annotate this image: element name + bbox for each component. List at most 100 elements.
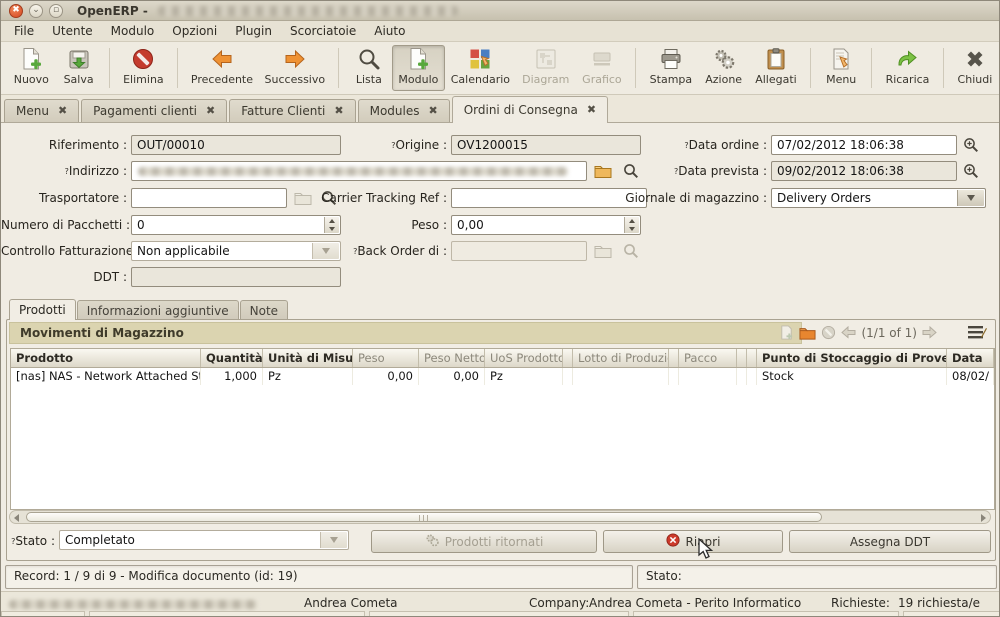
menu-utente[interactable]: Utente	[43, 22, 102, 40]
save-icon	[67, 47, 91, 71]
openerp-window: ✖ ⌄ ▫ OpenERP - File Utente Modulo Opzio…	[0, 0, 1000, 617]
peso-spinner[interactable]: 0,00	[451, 215, 641, 235]
spinner-arrows[interactable]	[624, 217, 639, 233]
trasportatore-field[interactable]	[131, 188, 287, 208]
scroll-left-icon[interactable]	[14, 514, 19, 522]
window-maximize-icon[interactable]: ▫	[49, 4, 63, 18]
menu-plugin[interactable]: Plugin	[226, 22, 281, 40]
carrier-tracking-field[interactable]	[451, 188, 647, 208]
indirizzo-label: ?Indirizzo :	[1, 161, 127, 181]
tab-menu[interactable]: Menu✖	[4, 99, 79, 122]
record-statusbar: Record: 1 / 9 di 9 - Modifica documento …	[5, 565, 997, 589]
gears-icon	[425, 533, 439, 550]
close-tab-icon[interactable]: ✖	[428, 104, 437, 117]
close-button[interactable]: Chiudi	[951, 45, 999, 91]
form-view-button[interactable]: Modulo	[392, 45, 445, 91]
giornale-combo[interactable]: Delivery Orders	[771, 188, 986, 208]
pager-prev-icon-disabled	[841, 326, 856, 339]
tab-pagamenti-clienti[interactable]: Pagamenti clienti✖	[81, 99, 227, 122]
graph-view-button: Grafico	[576, 45, 629, 91]
tab-modules[interactable]: Modules✖	[358, 99, 450, 122]
pager-position: (1/1 of 1)	[861, 326, 917, 340]
tab-fatture-clienti[interactable]: Fatture Clienti✖	[229, 99, 355, 122]
close-tab-icon[interactable]: ✖	[334, 104, 343, 117]
col-spacer	[737, 349, 747, 367]
col-lotto-di-produzione[interactable]: Lotto di Produzione	[573, 349, 669, 367]
menu-opzioni[interactable]: Opzioni	[163, 22, 226, 40]
data-ordine-field[interactable]: 07/02/2012 18:06:38	[771, 135, 957, 155]
trasportatore-label: Trasportatore :	[1, 188, 127, 208]
list-view-button[interactable]: Lista	[346, 45, 392, 91]
print-button[interactable]: Stampa	[643, 45, 698, 91]
indirizzo-field[interactable]	[131, 161, 587, 181]
new-button[interactable]: Nuovo	[7, 45, 56, 91]
reload-button[interactable]: Ricarica	[879, 45, 936, 91]
window-minimize-icon[interactable]: ⌄	[29, 4, 43, 18]
menu-scorciatoie[interactable]: Scorciatoie	[281, 22, 365, 40]
menu-aiuto[interactable]: Aiuto	[365, 22, 414, 40]
col-peso-netto[interactable]: Peso Netto	[419, 349, 485, 367]
assegna-ddt-button[interactable]: Assegna DDT	[789, 530, 991, 553]
prodotti-ritornati-button: Prodotti ritornati	[371, 530, 597, 553]
statusbar-segment	[903, 611, 1000, 617]
list-pager: (1/1 of 1)	[779, 325, 937, 340]
menubar: File Utente Modulo Opzioni Plugin Scorci…	[1, 21, 999, 42]
mouse-cursor	[697, 538, 715, 563]
menu-view-button[interactable]: Menu	[818, 45, 864, 91]
controllo-fatturazione-label: Controllo Fatturazione :	[1, 241, 127, 261]
titlebar: ✖ ⌄ ▫ OpenERP -	[1, 1, 999, 21]
switch-view-icon[interactable]	[967, 324, 987, 344]
chevron-down-icon[interactable]	[957, 190, 984, 206]
menu-modulo[interactable]: Modulo	[102, 22, 164, 40]
notebook-tabs: Prodotti Informazioni aggiuntive Note	[1, 299, 1000, 320]
numero-pacchetti-label: Numero di Pacchetti :	[1, 215, 127, 235]
col-uos-prodotto[interactable]: UoS Prodotto	[485, 349, 563, 367]
delete-button[interactable]: Elimina	[117, 45, 171, 91]
attachments-button[interactable]: Allegati	[749, 45, 803, 91]
save-button[interactable]: Salva	[56, 45, 102, 91]
arrow-left-icon	[210, 47, 234, 71]
col-peso[interactable]: Peso	[353, 349, 419, 367]
menu-file[interactable]: File	[5, 22, 43, 40]
col-data[interactable]: Data	[947, 349, 994, 367]
open-row-folder-icon[interactable]	[799, 326, 816, 340]
next-button[interactable]: Successivo	[259, 45, 331, 91]
redacted-address-text	[138, 167, 568, 176]
close-tab-icon[interactable]: ✖	[587, 103, 596, 116]
toolbar-separator	[943, 48, 944, 88]
previous-button[interactable]: Precedente	[185, 45, 259, 91]
tab-prodotti[interactable]: Prodotti	[9, 299, 76, 320]
ddt-field	[131, 267, 341, 287]
diagram-icon	[534, 47, 558, 71]
open-record-folder-icon-disabled	[593, 242, 613, 260]
window-close-icon[interactable]: ✖	[9, 4, 23, 18]
tab-note[interactable]: Note	[240, 300, 288, 320]
arrow-right-icon	[283, 47, 307, 71]
table-row[interactable]: [nas] NAS - Network Attached Storage 1,0…	[10, 368, 995, 385]
close-tab-icon[interactable]: ✖	[206, 104, 215, 117]
col-prodotto[interactable]: Prodotto	[11, 349, 201, 367]
tab-informazioni-aggiuntive[interactable]: Informazioni aggiuntive	[77, 300, 239, 320]
toolbar-separator	[635, 48, 636, 88]
col-quantita[interactable]: Quantità	[201, 349, 263, 367]
close-tab-icon[interactable]: ✖	[58, 104, 67, 117]
action-button[interactable]: Azione	[699, 45, 749, 91]
calendar-view-button[interactable]: Calendario	[445, 45, 516, 91]
date-picker-zoom-icon[interactable]	[961, 162, 981, 180]
form-page-icon	[406, 47, 430, 71]
requests-count: 19 richiesta/e	[898, 596, 980, 610]
date-picker-zoom-icon[interactable]	[961, 136, 981, 154]
tab-ordini-di-consegna[interactable]: Ordini di Consegna✖	[452, 96, 608, 123]
col-punto-di-stoccaggio[interactable]: Punto di Stoccaggio di Provenienza	[757, 349, 947, 367]
scroll-right-icon[interactable]	[981, 514, 986, 522]
redacted-server-text	[9, 600, 257, 609]
horizontal-scrollbar[interactable]	[9, 510, 991, 524]
open-record-folder-icon[interactable]	[593, 162, 613, 180]
scrollbar-thumb[interactable]	[26, 512, 822, 522]
window-title: OpenERP -	[77, 4, 148, 18]
riapri-button[interactable]: Riapri	[603, 530, 783, 553]
col-pacco[interactable]: Pacco	[679, 349, 737, 367]
delete-row-icon-disabled	[821, 325, 836, 340]
data-ordine-label: ?Data ordine :	[621, 135, 767, 155]
col-unita-di-misura[interactable]: Unità di Misura	[263, 349, 353, 367]
